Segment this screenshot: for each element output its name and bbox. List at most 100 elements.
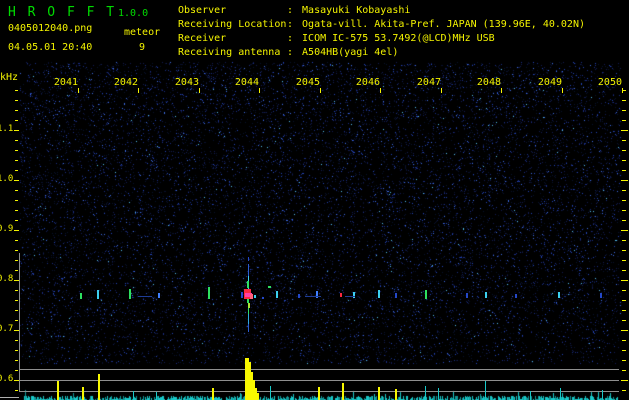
freq-minor-tick-right	[622, 290, 626, 291]
freq-minor-tick-left	[15, 300, 18, 301]
freq-minor-tick-left	[15, 310, 18, 311]
receiver-label: Receiver	[178, 33, 227, 44]
meteor-echo-blip	[241, 292, 243, 298]
time-tick-label: 2045	[295, 77, 320, 88]
freq-minor-tick-left	[15, 160, 18, 161]
meteor-echo-blip	[97, 290, 99, 299]
freq-tick-label: 0.9	[0, 224, 14, 234]
main-meteor-echo	[250, 294, 253, 299]
time-tick	[199, 88, 200, 93]
freq-tick-label: 1.0	[0, 174, 14, 184]
freq-minor-tick-left	[15, 250, 18, 251]
freq-minor-tick-left	[15, 210, 18, 211]
receiving-location-label: Receiving Location	[178, 19, 287, 30]
freq-tick-label: 0.8	[0, 274, 14, 284]
freq-minor-tick-right	[622, 210, 626, 211]
freq-major-tick-left	[14, 130, 19, 131]
corner-dash	[0, 397, 19, 398]
main-meteor-echo	[262, 297, 264, 299]
level-spike-yellow	[378, 387, 380, 400]
receiving-location-row: Receiving Location: Ogata-vill. Akita-Pre…	[178, 19, 585, 30]
freq-minor-tick-left	[15, 200, 18, 201]
receiver-value: ICOM IC-575 53.7492(@LCD)MHz USB	[302, 33, 495, 44]
freq-minor-tick-left	[15, 120, 18, 121]
freq-minor-tick-right	[622, 140, 626, 141]
echo-band-dash	[138, 296, 152, 297]
receiving-antenna-value: A504HB(yagi 4el)	[302, 47, 399, 58]
freq-minor-tick-right	[622, 320, 626, 321]
time-tick-label: 2049	[537, 77, 562, 88]
freq-minor-tick-right	[622, 310, 626, 311]
freq-major-tick-left	[14, 180, 19, 181]
spectrogram-noise-canvas	[0, 0, 629, 400]
level-spike-cyan	[270, 386, 271, 400]
level-spike-yellow	[98, 374, 100, 400]
freq-minor-tick-right	[622, 350, 626, 351]
app-title: H R O F F T	[8, 5, 117, 20]
freq-minor-tick-left	[15, 240, 18, 241]
time-tick	[138, 88, 139, 93]
frequency-axis-unit: kHz	[0, 72, 19, 83]
level-spike-cyan	[438, 388, 439, 400]
observation-mode: meteor	[124, 27, 161, 38]
level-spike-yellow	[212, 388, 214, 400]
meteor-echo-blip	[558, 292, 560, 298]
freq-minor-tick-right	[622, 260, 626, 261]
freq-minor-tick-left	[15, 90, 18, 91]
main-meteor-echo	[248, 314, 249, 324]
freq-major-tick-right	[621, 330, 628, 331]
freq-tick-label: 0.7	[0, 324, 14, 334]
time-tick	[320, 88, 321, 93]
freq-minor-tick-left	[15, 110, 18, 111]
time-tick	[380, 88, 381, 93]
freq-minor-tick-right	[622, 240, 626, 241]
time-tick-label: 2047	[416, 77, 441, 88]
main-meteor-echo	[248, 257, 249, 261]
level-spike-yellow	[342, 383, 344, 400]
level-spike-cyan	[133, 391, 134, 400]
meteor-echo-blip	[378, 290, 380, 298]
hrofft-screenshot: 2041 2042 2043 2044 2045 2046 2047 2048 2049 2050…	[0, 0, 629, 400]
freq-minor-tick-left	[15, 290, 18, 291]
level-gridline	[19, 369, 619, 370]
plot-left-border	[19, 253, 20, 392]
freq-minor-tick-right	[622, 360, 626, 361]
meteor-echo-blip	[353, 292, 355, 298]
meteor-echo-blip	[395, 293, 397, 298]
level-spike-yellow	[82, 387, 84, 400]
time-tick-label: 2041	[53, 77, 78, 88]
echo-band-dash	[345, 296, 355, 297]
meteor-echo-blip	[276, 291, 278, 298]
meteor-echo-blip	[298, 294, 300, 298]
meteor-echo-blip	[158, 293, 160, 298]
freq-minor-tick-left	[15, 170, 18, 171]
main-meteor-echo	[254, 295, 256, 298]
freq-minor-tick-left	[15, 140, 18, 141]
echo-band-dash	[305, 296, 321, 297]
observation-datetime: 04.05.01 20:40	[8, 42, 93, 53]
level-spike-cyan	[156, 392, 157, 400]
level-spike-cyan	[560, 388, 561, 400]
receiver-row: Receiver: ICOM IC-575 53.7492(@LCD)MHz US…	[178, 33, 495, 44]
freq-major-tick-right	[621, 180, 628, 181]
level-spike-cyan	[602, 390, 603, 400]
meteor-echo-blip	[485, 292, 487, 298]
freq-minor-tick-right	[622, 270, 626, 271]
app-version: 1.0.0	[118, 8, 149, 19]
freq-minor-tick-right	[622, 390, 626, 391]
main-meteor-echo	[247, 281, 249, 288]
level-spike-cyan	[485, 381, 486, 400]
freq-major-tick-left	[14, 230, 19, 231]
observer-value: Masayuki Kobayashi	[302, 5, 411, 16]
freq-minor-tick-right	[622, 120, 626, 121]
freq-minor-tick-left	[15, 370, 18, 371]
level-spike-yellow	[318, 387, 320, 400]
freq-minor-tick-left	[15, 150, 18, 151]
meteor-echo-blip	[80, 293, 82, 299]
freq-major-tick-right	[621, 130, 628, 131]
freq-tick-label: 1.1	[0, 124, 14, 134]
freq-major-tick-right	[621, 280, 628, 281]
freq-minor-tick-right	[622, 220, 626, 221]
freq-minor-tick-right	[622, 250, 626, 251]
meteor-echo-blip	[208, 287, 210, 299]
